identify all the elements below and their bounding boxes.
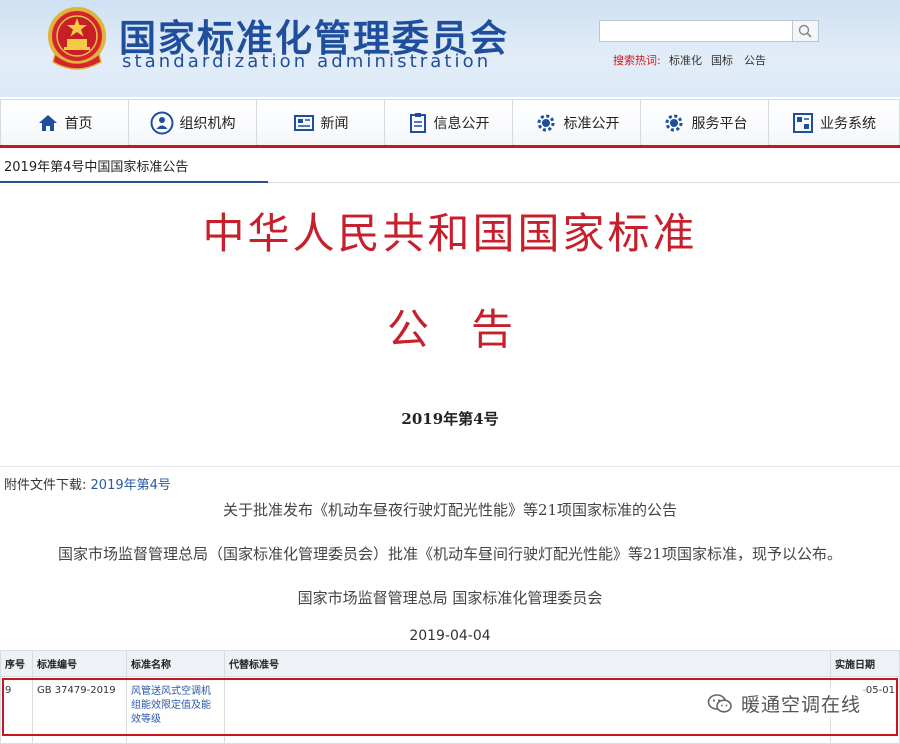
nav-item-news[interactable]: 新闻 bbox=[257, 99, 385, 145]
search-input[interactable] bbox=[599, 20, 793, 42]
nav-item-label: 新闻 bbox=[320, 115, 349, 132]
column-header: 代替标准号 bbox=[224, 650, 831, 677]
breadcrumb-divider bbox=[268, 182, 900, 183]
watermark: 暖通空调在线 bbox=[703, 688, 866, 719]
news-icon bbox=[293, 114, 314, 131]
clipboard-icon bbox=[409, 112, 426, 133]
nav-item-info-disclosure[interactable]: 信息公开 bbox=[385, 99, 513, 145]
announcement-signer: 国家市场监督管理总局 国家标准化管理委员会 bbox=[297, 589, 603, 607]
announcement-heading: 关于批准发布《机动车昼夜行驶灯配光性能》等21项国家标准的公告 bbox=[222, 501, 678, 519]
attachment-row: 附件文件下载: 2019年第4号 bbox=[4, 474, 171, 493]
nav-item-standards-disclosure[interactable]: 标准公开 bbox=[513, 99, 641, 145]
table-header-row: 序号 标准编号 标准名称 代替标准号 实施日期 bbox=[0, 650, 900, 677]
hot-words-label: 搜索热词: bbox=[613, 54, 661, 67]
column-header: 标准名称 bbox=[126, 650, 225, 677]
watermark-text: 暖通空调在线 bbox=[741, 694, 862, 716]
attachment-label: 附件文件下载: bbox=[4, 478, 87, 493]
column-header: 实施日期 bbox=[830, 650, 900, 677]
gear-icon bbox=[665, 114, 682, 131]
nav-divider bbox=[0, 145, 900, 148]
nav-item-label: 首页 bbox=[64, 115, 93, 132]
nav-item-label: 组织机构 bbox=[179, 115, 236, 132]
breadcrumb[interactable]: 2019年第4号中国国家标准公告 bbox=[4, 156, 188, 175]
search-icon bbox=[798, 24, 812, 38]
hot-word-link[interactable]: 公告 bbox=[744, 52, 766, 68]
site-subtitle: standardization administration bbox=[122, 51, 492, 72]
nav-item-label: 业务系统 bbox=[820, 115, 876, 132]
nav-item-organization[interactable]: 组织机构 bbox=[129, 99, 257, 145]
nav-item-business-system[interactable]: 业务系统 bbox=[769, 99, 900, 145]
main-nav: 首页 组织机构 新闻 信息公开 标准公开 服务平台 业务系统 bbox=[0, 99, 900, 145]
search-button[interactable] bbox=[793, 20, 819, 42]
document-subtitle: 公告 bbox=[386, 305, 555, 354]
announcement-text: 国家市场监督管理总局（国家标准化管理委员会）批准《机动车昼间行驶灯配光性能》等2… bbox=[57, 545, 843, 563]
attachment-divider bbox=[0, 466, 900, 467]
nav-item-label: 信息公开 bbox=[433, 115, 490, 132]
nav-item-label: 标准公开 bbox=[563, 115, 620, 132]
nav-item-service-platform[interactable]: 服务平台 bbox=[641, 99, 769, 145]
nav-item-home[interactable]: 首页 bbox=[0, 99, 129, 145]
column-header: 序号 bbox=[0, 650, 33, 677]
cell-no: 9 bbox=[0, 676, 33, 744]
site-header: 国家标准化管理委员会 standardization administratio… bbox=[0, 0, 900, 97]
home-icon bbox=[38, 114, 57, 131]
cell-code: GB 37479-2019 bbox=[32, 676, 127, 744]
breadcrumb-underline bbox=[0, 181, 268, 183]
hot-word-link[interactable]: 标准化 bbox=[669, 52, 702, 68]
national-emblem-icon bbox=[48, 7, 106, 70]
attachment-link[interactable]: 2019年第4号 bbox=[91, 478, 171, 493]
column-header: 标准编号 bbox=[32, 650, 127, 677]
nav-item-label: 服务平台 bbox=[691, 115, 748, 132]
announcement-date: 2019-04-04 bbox=[409, 628, 491, 644]
document-title: 中华人民共和国国家标准 bbox=[202, 209, 698, 258]
document-number: 2019年第4号 bbox=[401, 410, 499, 428]
wechat-icon bbox=[707, 693, 732, 713]
org-icon bbox=[150, 111, 173, 134]
hot-word-link[interactable]: 国标 bbox=[711, 52, 733, 68]
gear-icon bbox=[537, 114, 554, 131]
system-icon bbox=[793, 112, 813, 133]
cell-name-link[interactable]: 风管送风式空调机组能效限定值及能效等级 bbox=[126, 676, 225, 744]
